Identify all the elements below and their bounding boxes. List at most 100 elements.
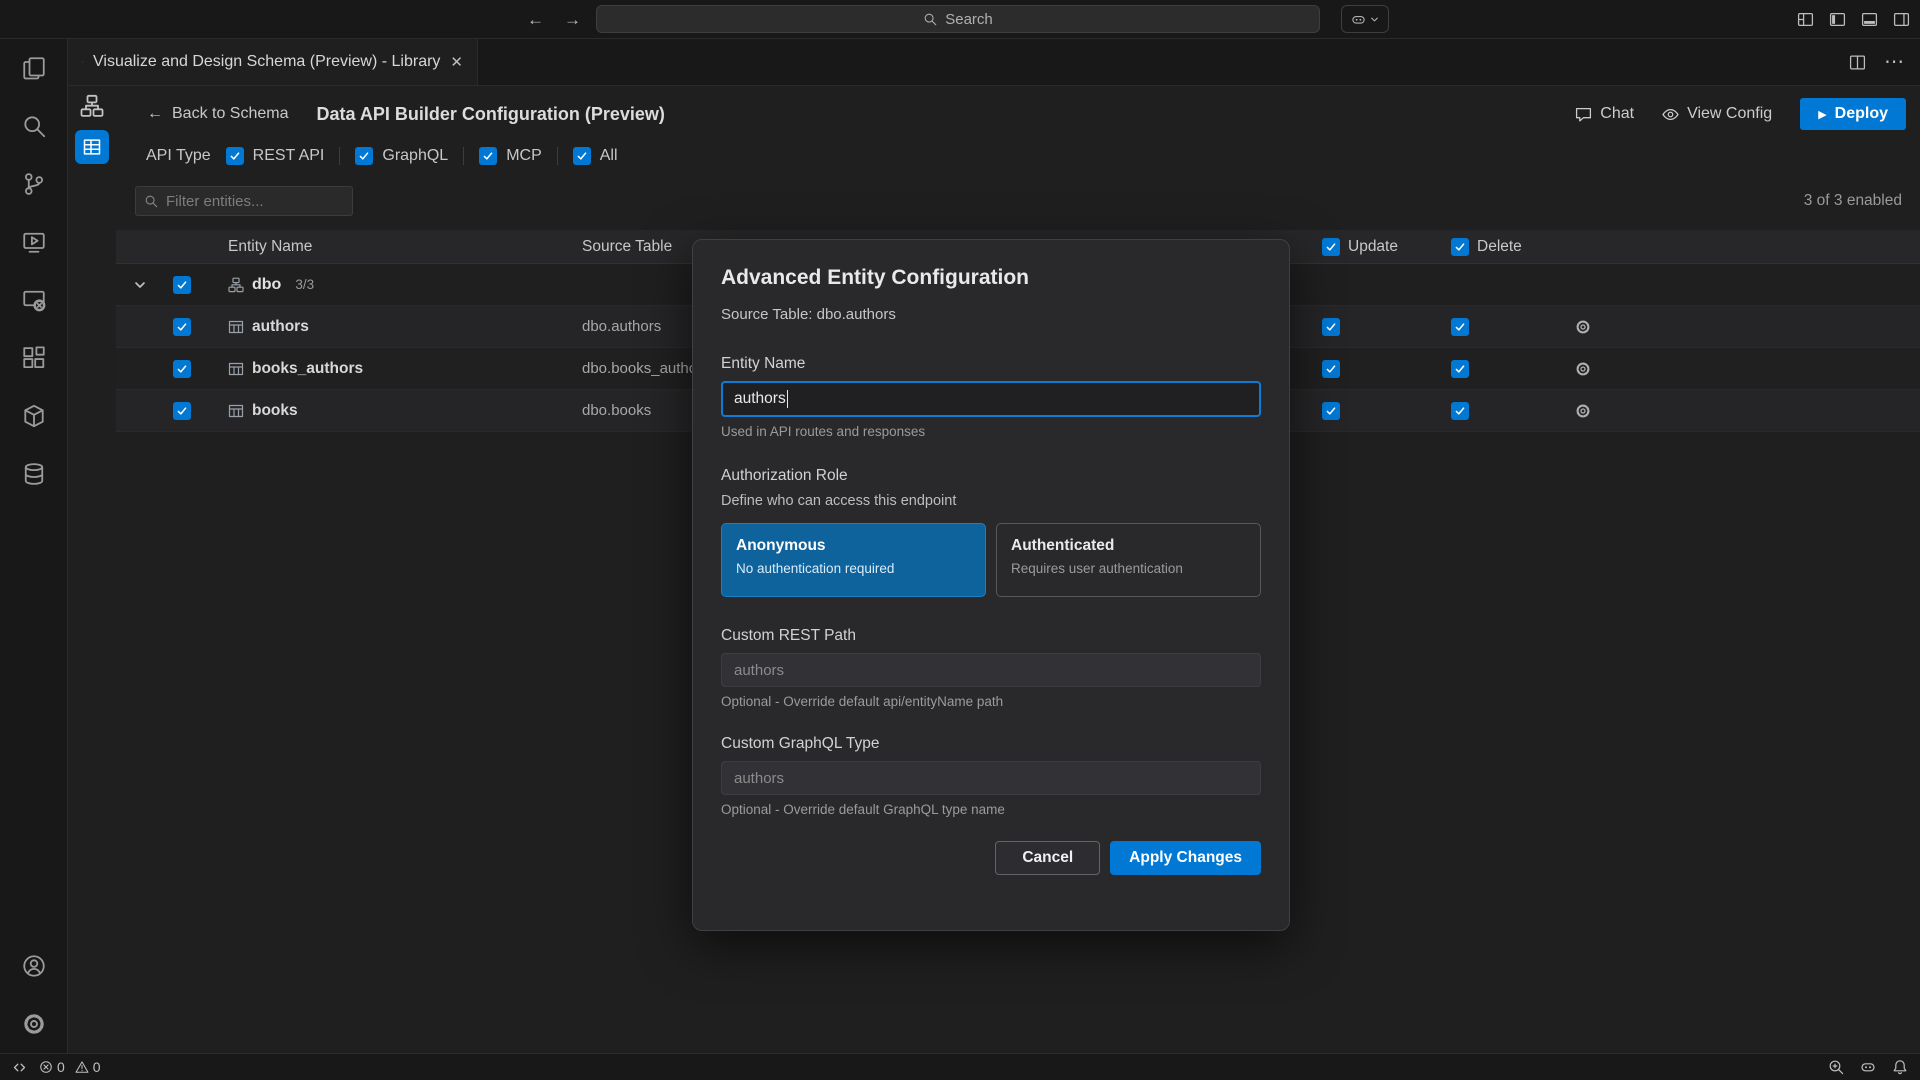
column-entity-name: Entity Name bbox=[200, 238, 582, 256]
toggle-sidebar-left-icon[interactable] bbox=[1829, 11, 1846, 28]
error-icon bbox=[39, 1060, 53, 1074]
activitybar-run-debug[interactable] bbox=[0, 213, 68, 271]
chat-button[interactable]: Chat bbox=[1575, 105, 1634, 123]
status-bar: 0 0 bbox=[0, 1053, 1920, 1080]
customize-layout-icon[interactable] bbox=[1797, 11, 1814, 28]
activitybar-extensions[interactable] bbox=[0, 329, 68, 387]
tab-visualize-design-schema[interactable]: Visualize and Design Schema (Preview) - … bbox=[68, 39, 478, 85]
designer-view-strip bbox=[68, 86, 116, 1053]
entity-name-help: Used in API routes and responses bbox=[721, 424, 1261, 439]
notifications-bell-icon[interactable] bbox=[1892, 1059, 1908, 1075]
activitybar-source-control[interactable] bbox=[0, 155, 68, 213]
checkbox-update[interactable] bbox=[1322, 318, 1340, 336]
account-icon bbox=[22, 954, 46, 978]
entity-name: books bbox=[252, 402, 298, 420]
copilot-menu-button[interactable] bbox=[1341, 5, 1389, 33]
toggle-sidebar-right-icon[interactable] bbox=[1893, 11, 1910, 28]
activitybar-settings[interactable] bbox=[0, 995, 68, 1053]
checkbox-row[interactable] bbox=[173, 402, 191, 420]
back-arrow-icon: ← bbox=[147, 105, 163, 123]
authorization-role-label: Authorization Role bbox=[721, 467, 1261, 485]
divider bbox=[463, 147, 464, 165]
table-grid-icon bbox=[82, 137, 102, 157]
checkbox-rest-api[interactable] bbox=[226, 147, 244, 165]
remote-icon bbox=[12, 1060, 27, 1075]
filter-option-all[interactable]: All bbox=[573, 147, 618, 165]
deploy-button-label: Deploy bbox=[1835, 105, 1888, 123]
activitybar-containers[interactable] bbox=[0, 387, 68, 445]
auth-option-title: Anonymous bbox=[736, 537, 971, 555]
checkbox-delete[interactable] bbox=[1451, 402, 1469, 420]
auth-option-authenticated[interactable]: Authenticated Requires user authenticati… bbox=[996, 523, 1261, 597]
editor-actions: ⋯ bbox=[1849, 39, 1920, 85]
api-builder-view-button[interactable] bbox=[75, 130, 109, 164]
row-settings-gear-icon[interactable] bbox=[1573, 361, 1920, 377]
checkbox-update[interactable] bbox=[1322, 402, 1340, 420]
split-editor-icon[interactable] bbox=[1849, 54, 1866, 71]
checkbox-delete-all[interactable] bbox=[1451, 238, 1469, 256]
schema-diagram-view-button[interactable] bbox=[80, 94, 104, 118]
history-back-button[interactable]: ← bbox=[527, 10, 544, 30]
server-disconnected-icon bbox=[22, 288, 46, 312]
checkbox-update[interactable] bbox=[1322, 360, 1340, 378]
enabled-count: 3 of 3 enabled bbox=[1804, 192, 1902, 210]
custom-rest-path-help: Optional - Override default api/entityNa… bbox=[721, 694, 1261, 709]
view-config-label: View Config bbox=[1687, 105, 1772, 123]
table-icon bbox=[228, 319, 244, 335]
zoom-icon[interactable] bbox=[1828, 1059, 1844, 1075]
deploy-button[interactable]: ▶ Deploy bbox=[1800, 98, 1906, 130]
schema-icon bbox=[228, 277, 244, 293]
back-to-schema-link[interactable]: ← Back to Schema bbox=[147, 105, 289, 123]
api-type-label: API Type bbox=[146, 147, 211, 165]
checkbox-mcp[interactable] bbox=[479, 147, 497, 165]
view-config-button[interactable]: View Config bbox=[1662, 105, 1772, 123]
chevron-down-icon[interactable] bbox=[116, 277, 164, 293]
filter-entities-input[interactable] bbox=[135, 186, 353, 216]
problems-indicator[interactable]: 0 0 bbox=[39, 1059, 101, 1075]
activitybar-database-projects[interactable] bbox=[0, 445, 68, 503]
row-settings-gear-icon[interactable] bbox=[1573, 319, 1920, 335]
activitybar-account[interactable] bbox=[0, 937, 68, 995]
checkbox-graphql[interactable] bbox=[355, 147, 373, 165]
checkbox-row[interactable] bbox=[173, 360, 191, 378]
filter-option-mcp[interactable]: MCP bbox=[479, 147, 542, 165]
search-icon bbox=[144, 194, 158, 208]
tab-close-icon[interactable]: ✕ bbox=[450, 53, 463, 71]
more-actions-icon[interactable]: ⋯ bbox=[1884, 52, 1904, 72]
error-count: 0 bbox=[57, 1059, 65, 1075]
auth-option-anonymous[interactable]: Anonymous No authentication required bbox=[721, 523, 986, 597]
custom-graphql-type-input[interactable] bbox=[721, 761, 1261, 795]
chat-button-label: Chat bbox=[1600, 105, 1634, 123]
cancel-button[interactable]: Cancel bbox=[995, 841, 1100, 875]
checkbox-delete[interactable] bbox=[1451, 318, 1469, 336]
filter-option-rest-api[interactable]: REST API bbox=[226, 147, 325, 165]
warning-icon bbox=[75, 1060, 89, 1074]
remote-indicator[interactable] bbox=[12, 1060, 27, 1075]
advanced-entity-configuration-dialog: Advanced Entity Configuration Source Tab… bbox=[692, 239, 1290, 931]
entity-search-row: 3 of 3 enabled bbox=[135, 186, 1902, 216]
eye-icon bbox=[1662, 106, 1679, 123]
activitybar-search[interactable] bbox=[0, 97, 68, 155]
copilot-status-icon[interactable] bbox=[1860, 1059, 1876, 1075]
entity-name-value: authors bbox=[734, 390, 786, 408]
back-link-label: Back to Schema bbox=[172, 105, 289, 123]
activitybar-sql-connections[interactable] bbox=[0, 271, 68, 329]
page-title: Data API Builder Configuration (Preview) bbox=[317, 104, 665, 125]
history-forward-button[interactable]: → bbox=[564, 10, 581, 30]
toggle-panel-icon[interactable] bbox=[1861, 11, 1878, 28]
apply-changes-button[interactable]: Apply Changes bbox=[1110, 841, 1261, 875]
command-center-search[interactable]: Search bbox=[596, 5, 1320, 33]
checkbox-row[interactable] bbox=[173, 318, 191, 336]
activitybar-explorer[interactable] bbox=[0, 39, 68, 97]
row-settings-gear-icon[interactable] bbox=[1573, 403, 1920, 419]
checkbox-group-dbo[interactable] bbox=[173, 276, 191, 294]
checkbox-all[interactable] bbox=[573, 147, 591, 165]
custom-rest-path-input[interactable] bbox=[721, 653, 1261, 687]
warning-count: 0 bbox=[93, 1059, 101, 1075]
column-delete: Delete bbox=[1451, 238, 1573, 256]
checkbox-update-all[interactable] bbox=[1322, 238, 1340, 256]
entity-name-input[interactable]: authors bbox=[721, 381, 1261, 417]
cube-icon bbox=[22, 404, 46, 428]
checkbox-delete[interactable] bbox=[1451, 360, 1469, 378]
filter-option-graphql[interactable]: GraphQL bbox=[355, 147, 448, 165]
